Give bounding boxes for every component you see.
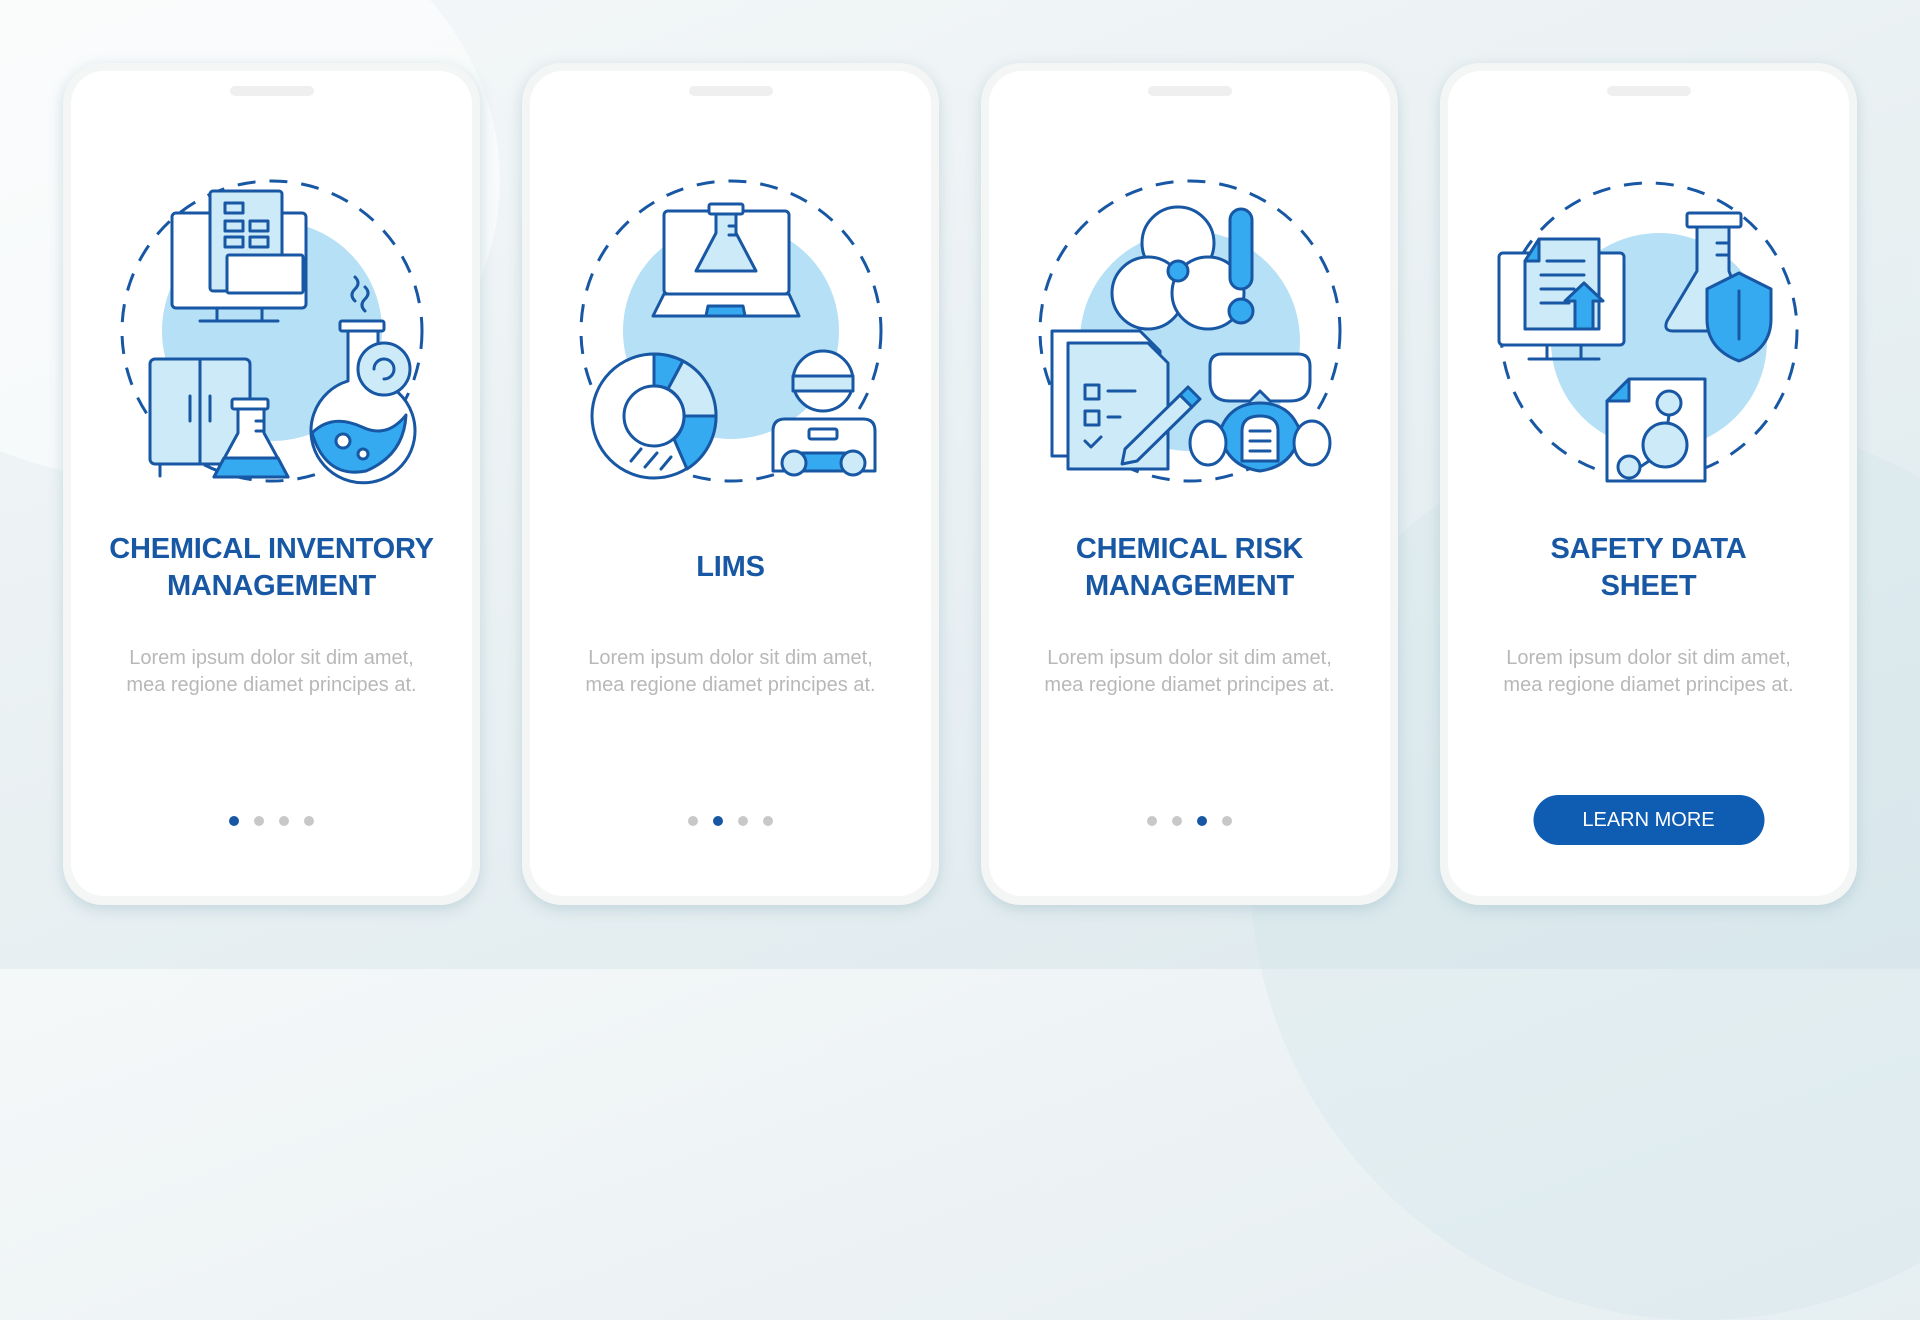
page-dot-active[interactable] xyxy=(229,816,239,826)
laptop-flask-icon xyxy=(651,202,800,318)
speaker-notch xyxy=(688,86,773,96)
lims-illustration xyxy=(579,179,882,483)
screen: CHEMICAL INVENTORY MANAGEMENT Lorem ipsu… xyxy=(71,71,472,896)
title-line: CHEMICAL INVENTORY xyxy=(109,533,434,565)
speaker-notch xyxy=(229,86,314,96)
donut-chart-icon xyxy=(590,352,718,480)
onboarding-screen-3: CHEMICAL RISK MANAGEMENT Lorem ipsum dol… xyxy=(981,63,1398,905)
card-description: Lorem ipsum dolor sit dim amet, mea regi… xyxy=(1503,647,1794,696)
screen: CHEMICAL RISK MANAGEMENT Lorem ipsum dol… xyxy=(989,71,1390,896)
page-dot[interactable] xyxy=(1222,816,1232,826)
biohazard-icon xyxy=(1110,205,1245,331)
card-description: Lorem ipsum dolor sit dim amet, mea regi… xyxy=(585,647,876,696)
page-dot[interactable] xyxy=(688,816,698,826)
exclamation-icon xyxy=(1227,207,1254,325)
screen: SAFETY DATA SHEET Lorem ipsum dolor sit … xyxy=(1448,71,1849,896)
card-description: Lorem ipsum dolor sit dim amet, mea regi… xyxy=(126,647,417,696)
page-dot[interactable] xyxy=(738,816,748,826)
learn-more-button[interactable]: LEARN MORE xyxy=(1533,795,1764,845)
title-line: CHEMICAL RISK xyxy=(1075,533,1304,565)
molecule-document-icon xyxy=(1605,377,1706,483)
page-dot-active[interactable] xyxy=(713,816,723,826)
card-description: Lorem ipsum dolor sit dim amet, mea regi… xyxy=(1044,647,1335,696)
page-dot-active[interactable] xyxy=(1197,816,1207,826)
page-indicator xyxy=(530,816,931,826)
page-dot[interactable] xyxy=(1172,816,1182,826)
page-dot[interactable] xyxy=(279,816,289,826)
page-dot[interactable] xyxy=(1147,816,1157,826)
onboarding-screen-4: SAFETY DATA SHEET Lorem ipsum dolor sit … xyxy=(1440,63,1857,905)
onboarding-screen-2: LIMS Lorem ipsum dolor sit dim amet, mea… xyxy=(522,63,939,905)
title-line: SAFETY DATA xyxy=(1550,533,1747,565)
page-indicator xyxy=(71,816,472,826)
page-dot[interactable] xyxy=(254,816,264,826)
title-line: MANAGEMENT xyxy=(166,570,377,602)
title-line: SHEET xyxy=(1600,570,1697,602)
screen: LIMS Lorem ipsum dolor sit dim amet, mea… xyxy=(530,71,931,896)
page-dot[interactable] xyxy=(304,816,314,826)
card-title: SAFETY DATA SHEET xyxy=(1448,531,1849,605)
speaker-notch xyxy=(1606,86,1691,96)
card-title: CHEMICAL INVENTORY MANAGEMENT xyxy=(71,531,472,605)
onboarding-screen-1: CHEMICAL INVENTORY MANAGEMENT Lorem ipsu… xyxy=(63,63,480,905)
safety-data-sheet-illustration xyxy=(1497,181,1798,483)
card-title: LIMS xyxy=(530,549,931,586)
chemical-inventory-illustration xyxy=(120,179,423,485)
speaker-notch xyxy=(1147,86,1232,96)
title-line: MANAGEMENT xyxy=(1084,570,1295,602)
monitor-with-document-icon xyxy=(170,189,307,323)
page-dot[interactable] xyxy=(763,816,773,826)
chemical-risk-illustration xyxy=(1038,179,1341,483)
monitor-upload-document-icon xyxy=(1497,237,1625,361)
card-title: CHEMICAL RISK MANAGEMENT xyxy=(989,531,1390,605)
title-line: LIMS xyxy=(696,551,765,583)
page-indicator xyxy=(989,816,1390,826)
